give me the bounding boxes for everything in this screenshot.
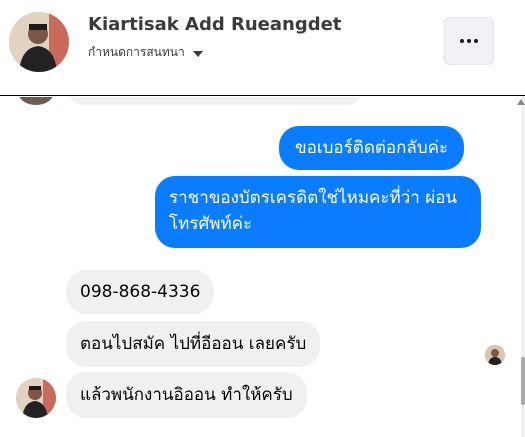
message-bubble-incoming[interactable]: ตอนไปสมัค ไปที่อีออน เลยครับ bbox=[66, 321, 321, 367]
previous-message-bubble bbox=[68, 97, 362, 105]
conversation-settings-label: กำหนดการสนทนา bbox=[88, 45, 185, 59]
message-bubble-outgoing[interactable]: ขอเบอร์ติดต่อกลับค่ะ bbox=[279, 126, 465, 170]
scrollbar-thumb[interactable] bbox=[521, 357, 525, 405]
message-bubble-incoming[interactable]: 098-868-4336 bbox=[66, 270, 215, 314]
message-thread[interactable]: ขอเบอร์ติดต่อกลับค่ะ ราชาของบัตรเครดิตใช… bbox=[0, 97, 525, 437]
more-horizontal-icon bbox=[460, 39, 478, 43]
message-bubble-incoming[interactable]: แล้วพนักงานอิออน ทำให้ครับ bbox=[66, 372, 307, 418]
seen-receipt-avatar bbox=[485, 345, 505, 365]
contact-avatar[interactable] bbox=[9, 12, 69, 72]
scrollbar[interactable] bbox=[517, 97, 525, 437]
more-options-button[interactable] bbox=[444, 17, 494, 65]
previous-sender-avatar bbox=[18, 97, 54, 105]
scroll-up-arrow-icon[interactable] bbox=[517, 99, 525, 105]
caret-down-icon bbox=[192, 51, 203, 57]
sender-avatar-image bbox=[16, 378, 56, 418]
message-bubble-outgoing[interactable]: ราชาของบัตรเครดิตใช่ไหมคะที่ว่า ผ่อนโทรศ… bbox=[155, 176, 481, 248]
conversation-settings-dropdown[interactable]: กำหนดการสนทนา bbox=[88, 43, 203, 62]
contact-avatar-image bbox=[9, 12, 69, 72]
seen-receipt-avatar-image bbox=[485, 345, 505, 365]
contact-name[interactable]: Kiartisak Add Rueangdet bbox=[88, 14, 341, 35]
chat-header: Kiartisak Add Rueangdet กำหนดการสนทนา bbox=[0, 0, 525, 96]
sender-avatar[interactable] bbox=[16, 378, 56, 418]
